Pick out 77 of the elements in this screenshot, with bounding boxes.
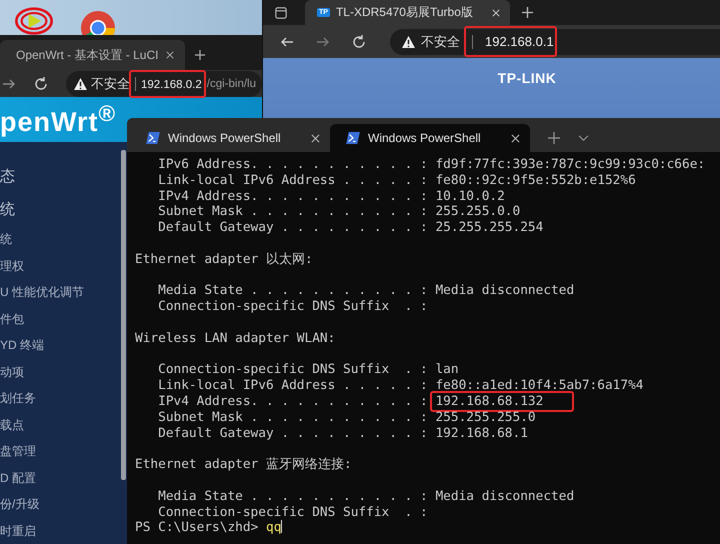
sidebar-item[interactable]: 份/升级 <box>0 491 40 518</box>
terminal-value: 10.10.0.2 <box>435 188 505 204</box>
terminal-line: Default Gateway . . . . . . . . . : <box>158 426 428 441</box>
sidebar-item[interactable]: 统 <box>0 226 12 252</box>
scrollbar[interactable] <box>121 150 126 480</box>
terminal-line: Media State . . . . . . . . . . . : <box>158 488 428 504</box>
brand-logo: TP-LINK <box>498 70 556 88</box>
terminal-line: Connection-specific DNS Suffix . : <box>158 504 428 520</box>
close-icon[interactable] <box>166 51 174 59</box>
terminal-line: Link-local IPv6 Address . . . . . : <box>158 172 428 188</box>
terminal-line: IPv6 Address. . . . . . . . . . . : <box>158 157 428 172</box>
sidebar-item[interactable]: 时重启 <box>0 518 36 544</box>
terminal-line: Connection-specific DNS Suffix . : <box>158 362 428 378</box>
close-icon[interactable] <box>492 8 500 16</box>
terminal-value: fe80::92c:9f5e:552b:e152%6 <box>435 172 636 188</box>
reload-icon[interactable] <box>34 76 48 90</box>
dropdown-icon[interactable] <box>578 135 589 142</box>
tab-actions-icon[interactable] <box>275 6 287 18</box>
terminal-value: Media disconnected <box>435 488 574 504</box>
forward-icon[interactable] <box>2 76 16 90</box>
sidebar-item[interactable]: U 性能优化调节 <box>0 279 84 306</box>
close-icon[interactable] <box>511 134 520 142</box>
terminal-line: Subnet Mask . . . . . . . . . . . : <box>158 410 428 425</box>
address-bar[interactable]: 不安全 192.168.0.2 /cgi-bin/lu <box>66 70 262 96</box>
new-tab-icon[interactable] <box>522 7 533 18</box>
url-text: 192.168.0.1 <box>485 34 554 49</box>
terminal-value: fe80::a1ed:10f4:5ab7:6a17%4 <box>435 378 644 394</box>
sidebar-item[interactable]: 件包 <box>0 306 24 332</box>
sidebar-section[interactable]: 态 <box>0 160 15 193</box>
sidebar-section[interactable]: 统 <box>0 193 15 226</box>
url-text: 192.168.0.2 <box>141 78 202 90</box>
terminal-line: Wireless LAN adapter WLAN: <box>135 330 336 347</box>
terminal-line: IPv4 Address. . . . . . . . . . . : <box>158 394 428 409</box>
sidebar-item[interactable]: D 配置 <box>0 464 36 491</box>
forward-icon[interactable] <box>316 34 330 48</box>
terminal-line: Connection-specific DNS Suffix . : <box>158 299 428 314</box>
new-tab-icon[interactable] <box>548 132 560 144</box>
reload-icon[interactable] <box>352 34 366 48</box>
command-input[interactable]: qq <box>266 520 282 536</box>
sidebar-item[interactable]: 动项 <box>0 358 24 385</box>
address-bar[interactable]: 不安全 192.168.0.1 <box>390 28 720 54</box>
sidebar-item[interactable]: 盘管理 <box>0 438 36 464</box>
powershell-icon <box>146 132 160 144</box>
terminal-value: 25.255.255.254 <box>435 220 544 236</box>
terminal-value: 255.255.0.0 <box>435 204 520 220</box>
browser-tab[interactable]: OpenWrt - 基本设置 - LuCI <box>0 40 185 70</box>
terminal-value: lan <box>435 362 459 378</box>
sidebar-item[interactable]: 载点 <box>0 412 24 438</box>
close-icon[interactable] <box>311 134 320 142</box>
new-tab-icon[interactable] <box>195 50 205 60</box>
back-icon[interactable] <box>280 34 294 48</box>
brand-logo: penWrt$^{®}$ <box>0 101 116 138</box>
terminal-line: IPv4 Address. . . . . . . . . . . : <box>158 188 428 204</box>
sidebar-item[interactable]: 理权 <box>0 252 24 279</box>
terminal-line: Media State . . . . . . . . . . . : <box>158 283 428 298</box>
powershell-icon <box>346 132 360 144</box>
terminal-line: Ethernet adapter 蓝牙网络连接: <box>135 457 353 473</box>
sidebar-item[interactable]: 划任务 <box>0 385 36 412</box>
terminal-line: Default Gateway . . . . . . . . . : <box>158 220 428 236</box>
text-cursor <box>281 520 282 534</box>
sidebar-item[interactable]: YD 终端 <box>0 332 44 358</box>
terminal-tab[interactable]: Windows PowerShell <box>330 124 530 152</box>
swirl-icon[interactable] <box>12 6 56 36</box>
warning-icon <box>402 36 415 48</box>
terminal-value: Media disconnected <box>435 283 574 298</box>
terminal-value: fd9f:77fc:393e:787c:9c99:93c0:c66e: <box>435 157 706 172</box>
url-path: /cgi-bin/lu <box>206 78 256 90</box>
security-label: 不安全 <box>421 32 460 50</box>
terminal-prompt: PS C:\Users\zhd> <box>135 520 258 536</box>
terminal-value: 192.168.68.132 <box>435 394 544 409</box>
terminal-line: Subnet Mask . . . . . . . . . . . : <box>158 204 428 220</box>
terminal-value: 255.255.255.0 <box>435 410 536 425</box>
terminal-value: 192.168.68.1 <box>435 426 528 441</box>
terminal-line: Link-local IPv6 Address . . . . . : <box>158 378 428 394</box>
security-label: 不安全 <box>91 74 130 92</box>
terminal-line: Ethernet adapter 以太网: <box>135 252 314 268</box>
warning-icon <box>74 78 87 90</box>
